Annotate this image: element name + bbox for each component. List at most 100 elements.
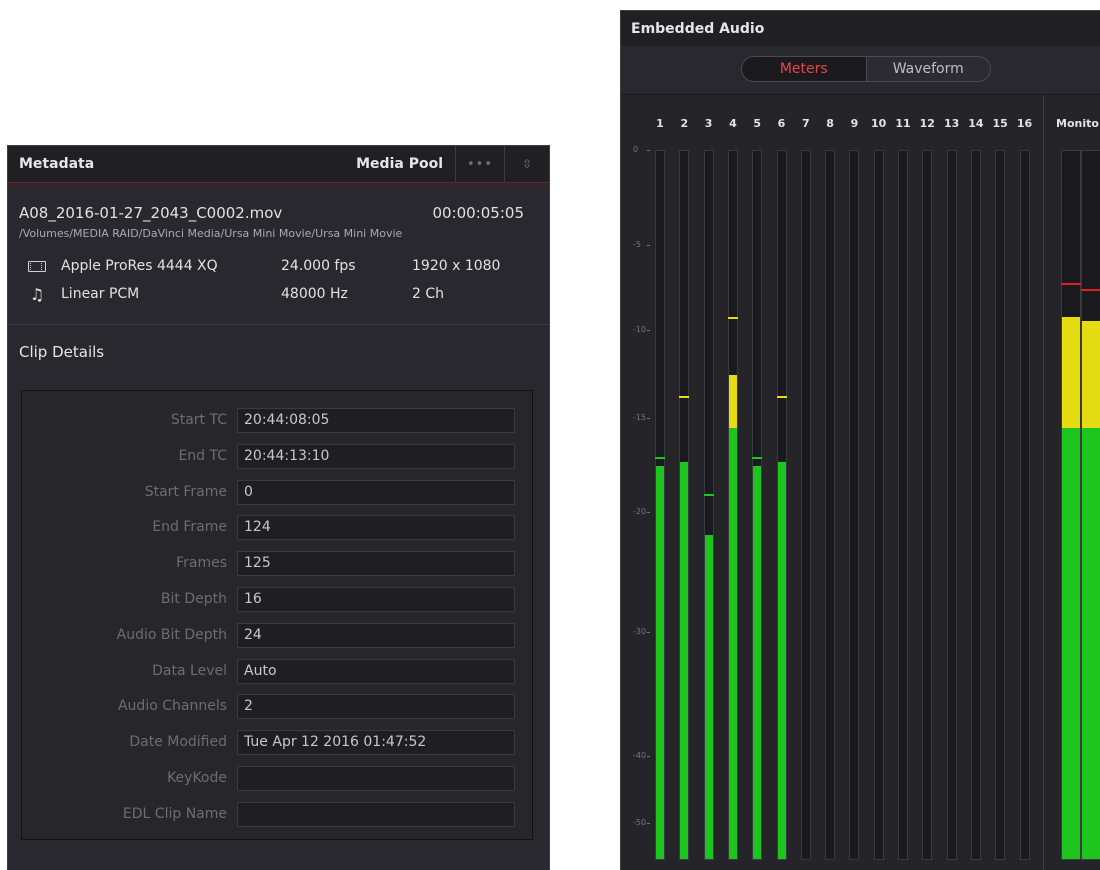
detail-value-field[interactable]: 24: [237, 622, 515, 648]
meter-peak-marker: [703, 494, 714, 497]
meter-level-green: [728, 428, 737, 859]
detail-row: Date Modified Tue Apr 12 2016 01:47:52: [22, 730, 532, 756]
meter-scale-tick: [647, 823, 650, 824]
channel-meter: [849, 150, 860, 860]
channel-number: 13: [943, 117, 960, 130]
audio-sample-rate: 48000 Hz: [281, 286, 348, 302]
detail-row: KeyKode: [22, 766, 532, 792]
file-name: A08_2016-01-27_2043_C0002.mov: [19, 204, 283, 222]
meter-peak-marker: [679, 396, 690, 399]
view-toggle: Meters Waveform: [741, 56, 991, 82]
audio-info-row: ♫ Linear PCM 48000 Hz 2 Ch: [27, 285, 524, 304]
channel-meter: [752, 150, 763, 860]
detail-row: Frames 125: [22, 551, 532, 577]
media-pool-button[interactable]: Media Pool: [356, 156, 455, 172]
tab-waveform[interactable]: Waveform: [865, 57, 991, 81]
meter-level-green: [777, 462, 786, 859]
channel-number: 15: [992, 117, 1008, 130]
meter-scale-tick: [647, 512, 650, 513]
channel-meter: [703, 150, 714, 860]
detail-label: Audio Bit Depth: [116, 626, 227, 643]
meter-scale-label: -30: [633, 627, 647, 636]
detail-label: Frames: [176, 555, 227, 572]
detail-value-field[interactable]: 124: [237, 515, 515, 541]
channel-number: 11: [895, 117, 911, 130]
meter-peak-marker: [1081, 288, 1100, 291]
meter-scale-label: -5: [633, 240, 641, 249]
audio-panel-title: Embedded Audio: [631, 20, 765, 37]
monitor-label: Monito: [1056, 117, 1099, 130]
channel-meter: [946, 150, 957, 860]
channel-number: 9: [850, 117, 859, 130]
meter-scale-tick: [647, 418, 650, 419]
meter-scale-label: -50: [633, 818, 647, 827]
detail-value-field[interactable]: 20:44:13:10: [237, 443, 515, 469]
detail-row: Audio Channels 2: [22, 694, 532, 720]
monitor-meter: [1061, 150, 1081, 860]
meter-scale-tick: [647, 245, 650, 246]
audio-tabs-bar: Meters Waveform: [621, 46, 1100, 95]
detail-label: Start TC: [170, 412, 227, 428]
detail-value-field[interactable]: [237, 801, 515, 827]
detail-value-field[interactable]: Auto: [237, 658, 515, 684]
section-divider: [8, 324, 549, 325]
detail-value-field[interactable]: 20:44:08:05: [237, 408, 515, 433]
clip-details-box: Start TC 20:44:08:05 End TC 20:44:13:10 Star…: [21, 390, 533, 840]
meter-scale-tick: [647, 150, 650, 151]
audio-channels-count: 2 Ch: [412, 286, 445, 302]
channel-meter: [679, 150, 690, 860]
detail-row: Data Level Auto: [22, 658, 532, 685]
meter-scale-label: 0: [633, 145, 639, 154]
film-icon: [28, 260, 46, 272]
detail-label: KeyKode: [167, 770, 227, 786]
channel-number: 1: [656, 117, 664, 130]
channel-meter: [1019, 150, 1030, 860]
clip-details-title: Clip Details: [19, 343, 105, 361]
channel-number: 4: [729, 117, 737, 130]
detail-value-field[interactable]: [237, 766, 515, 791]
channel-number: 3: [704, 117, 713, 130]
meter-level-yellow: [1062, 317, 1080, 429]
channel-meter: [776, 150, 787, 860]
metadata-title: Metadata: [19, 156, 95, 172]
channel-number: 2: [680, 117, 689, 130]
meter-scale-label: -10: [633, 325, 647, 334]
meter-peak-marker: [752, 456, 763, 459]
meter-scale-tick: [647, 330, 650, 331]
detail-row: End TC 20:44:13:10: [22, 443, 532, 470]
detail-value-field[interactable]: Tue Apr 12 2016 01:47:52: [237, 730, 515, 756]
sort-arrows-icon[interactable]: ⇳: [505, 158, 549, 170]
detail-value-field[interactable]: 16: [237, 587, 515, 612]
channel-number: 16: [1016, 117, 1033, 130]
channel-number: 14: [968, 117, 984, 130]
detail-row: EDL Clip Name: [22, 801, 532, 828]
meter-scale-label: -40: [633, 751, 647, 760]
detail-row: Audio Bit Depth 24: [22, 622, 532, 649]
channel-meter: [898, 150, 908, 860]
meter-peak-marker: [1061, 283, 1081, 286]
tab-meters[interactable]: Meters: [742, 57, 866, 81]
channel-number: 8: [826, 117, 834, 130]
video-codec: Apple ProRes 4444 XQ: [61, 258, 218, 274]
detail-label: End Frame: [152, 519, 227, 536]
detail-label: Date Modified: [129, 734, 227, 751]
detail-label: End TC: [178, 447, 227, 464]
video-resolution: 1920 x 1080: [412, 258, 501, 274]
meter-level-green: [656, 466, 664, 859]
detail-value-field[interactable]: 0: [237, 479, 515, 505]
channel-meter: [655, 150, 665, 860]
detail-value-field[interactable]: 2: [237, 694, 515, 720]
detail-row: Start TC 20:44:08:05: [22, 408, 532, 434]
detail-value-field[interactable]: 125: [237, 551, 515, 577]
video-fps: 24.000 fps: [281, 258, 356, 274]
more-options-icon[interactable]: •••: [456, 157, 504, 172]
detail-label: Audio Channels: [117, 698, 227, 715]
meter-level-green: [704, 534, 713, 859]
file-info-row: A08_2016-01-27_2043_C0002.mov 00:00:05:0…: [19, 204, 524, 222]
detail-label: Bit Depth: [160, 591, 227, 607]
meter-level-green: [1062, 428, 1080, 859]
detail-row: Bit Depth 16: [22, 587, 532, 613]
meter-area: Monito 0 -5 -10 -15 -20 -30 -40 -50 1 2 3 4 5 6 7 8 9 10 1…: [621, 95, 1100, 870]
channel-meter: [970, 150, 981, 860]
channel-number: 6: [777, 117, 786, 130]
